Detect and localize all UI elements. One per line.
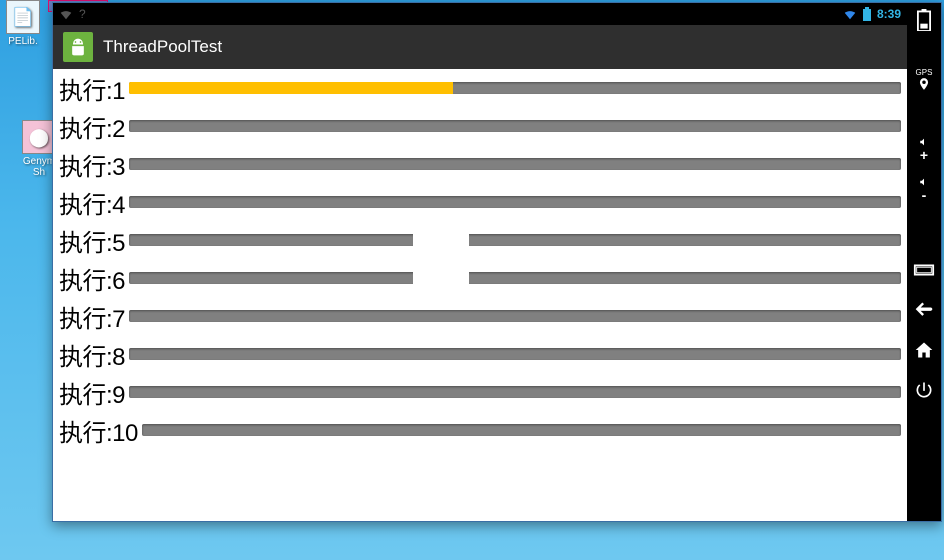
- render-artifact: [413, 232, 469, 292]
- progress-bar: [142, 424, 901, 436]
- home-button[interactable]: [911, 337, 937, 363]
- row-label: 执行:7: [59, 299, 125, 334]
- volume-up-icon: [914, 137, 934, 147]
- home-icon: [913, 340, 935, 360]
- row-label: 执行:4: [59, 185, 125, 220]
- progress-bar: [129, 386, 901, 398]
- wifi-weak-icon: [59, 7, 73, 21]
- row-label: 执行:9: [59, 375, 125, 410]
- battery-icon: [863, 7, 871, 21]
- progress-bar: [129, 348, 901, 360]
- progress-bar: [129, 82, 901, 94]
- emulator-window: ? 8:39 ThreadPoolTest 执行:1执行:2执行:3执行:4执行…: [52, 2, 942, 522]
- progress-row: 执行:10: [53, 411, 907, 449]
- power-icon: [914, 380, 934, 400]
- progress-row: 执行:9: [53, 373, 907, 411]
- gps-button[interactable]: GPS: [911, 67, 937, 93]
- row-label: 执行:6: [59, 261, 125, 296]
- desktop-icon-label: PELib.: [0, 36, 46, 47]
- volume-down-button[interactable]: -: [911, 177, 937, 203]
- clock: 8:39: [877, 7, 901, 21]
- row-label: 执行:3: [59, 147, 125, 182]
- row-label: 执行:10: [59, 413, 138, 448]
- android-status-bar[interactable]: ? 8:39: [53, 3, 907, 25]
- rotate-icon: [913, 262, 935, 278]
- device-screen: ? 8:39 ThreadPoolTest 执行:1执行:2执行:3执行:4执行…: [53, 3, 907, 521]
- progress-row: 执行:5: [53, 221, 907, 259]
- file-icon: 📄: [6, 0, 40, 34]
- android-action-bar: ThreadPoolTest: [53, 25, 907, 69]
- content-area[interactable]: 执行:1执行:2执行:3执行:4执行:5执行:6执行:7执行:8执行:9执行:1…: [53, 69, 907, 521]
- progress-row: 执行:2: [53, 107, 907, 145]
- back-icon: [913, 300, 935, 320]
- power-button[interactable]: [911, 377, 937, 403]
- progress-bar: [129, 196, 901, 208]
- desktop-icon-pelib[interactable]: 📄 PELib.: [0, 0, 46, 47]
- wifi-icon: [843, 7, 857, 21]
- volume-down-icon: [914, 177, 934, 187]
- row-label: 执行:2: [59, 109, 125, 144]
- progress-bar: [129, 234, 901, 246]
- progress-row: 执行:4: [53, 183, 907, 221]
- location-icon: [917, 75, 931, 93]
- genymotion-icon: ⬤: [22, 120, 56, 154]
- android-icon: [68, 37, 88, 57]
- volume-up-button[interactable]: +: [911, 137, 937, 163]
- row-label: 执行:8: [59, 337, 125, 372]
- progress-bar: [129, 120, 901, 132]
- row-label: 执行:5: [59, 223, 125, 258]
- back-button[interactable]: [911, 297, 937, 323]
- progress-row: 执行:7: [53, 297, 907, 335]
- emulator-side-panel: GPS + -: [907, 3, 941, 521]
- progress-row: 执行:1: [53, 69, 907, 107]
- app-title: ThreadPoolTest: [103, 37, 222, 57]
- battery-button[interactable]: [911, 7, 937, 33]
- progress-bar: [129, 272, 901, 284]
- progress-bar: [129, 158, 901, 170]
- progress-fill: [129, 82, 453, 94]
- progress-bar: [129, 310, 901, 322]
- progress-row: 执行:6: [53, 259, 907, 297]
- app-icon: [63, 32, 93, 62]
- help-icon: ?: [79, 7, 86, 21]
- progress-row: 执行:3: [53, 145, 907, 183]
- row-label: 执行:1: [59, 71, 125, 106]
- progress-row: 执行:8: [53, 335, 907, 373]
- rotate-button[interactable]: [911, 257, 937, 283]
